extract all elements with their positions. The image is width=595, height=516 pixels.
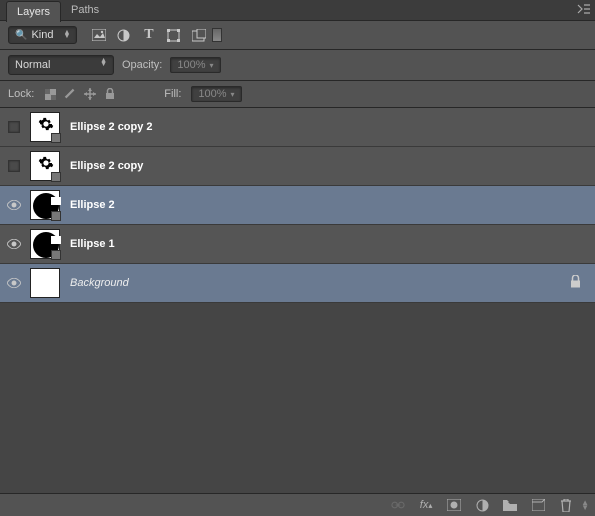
layer-row[interactable]: Ellipse 2 copy 2: [0, 108, 595, 147]
panel-tabs: Layers Paths: [0, 0, 595, 21]
filter-adjust-icon[interactable]: [116, 28, 131, 43]
updown-icon: ▲▼: [100, 59, 107, 71]
new-group-icon[interactable]: [503, 498, 517, 512]
layers-list: Ellipse 2 copy 2 Ellipse 2 copy Ellipse 2 E…: [0, 108, 595, 493]
layer-row[interactable]: Ellipse 1: [0, 225, 595, 264]
opacity-label: Opacity:: [122, 59, 162, 71]
layer-row[interactable]: Ellipse 2: [0, 186, 595, 225]
tab-paths[interactable]: Paths: [61, 0, 109, 20]
fill-label: Fill:: [164, 88, 181, 100]
visibility-toggle[interactable]: [0, 278, 28, 288]
opacity-input[interactable]: 100% ▾: [170, 57, 220, 73]
filter-smartobject-icon[interactable]: [191, 28, 206, 43]
blend-toolbar: Normal ▲▼ Opacity: 100% ▾: [0, 50, 595, 81]
layer-thumbnail[interactable]: [30, 112, 60, 142]
layer-thumbnail[interactable]: [30, 268, 60, 298]
flyout-menu-icon[interactable]: [577, 4, 591, 14]
layer-row[interactable]: Ellipse 2 copy: [0, 147, 595, 186]
filter-shape-icon[interactable]: [166, 28, 181, 43]
panel-footer: fx▴ ▲▼: [0, 493, 595, 516]
link-layers-icon[interactable]: [391, 498, 405, 512]
lock-pixels-icon[interactable]: [64, 88, 76, 100]
layer-name[interactable]: Ellipse 2: [70, 199, 115, 211]
filter-pixel-icon[interactable]: [91, 28, 106, 43]
layer-row[interactable]: Background: [0, 264, 595, 303]
delete-layer-icon[interactable]: [559, 498, 573, 512]
lock-toolbar: Lock: Fill: 100% ▾: [0, 81, 595, 108]
lock-all-icon[interactable]: [104, 88, 116, 100]
layer-thumbnail[interactable]: [30, 190, 60, 220]
opacity-value: 100%: [177, 59, 205, 71]
resize-grip-icon[interactable]: ▲▼: [581, 500, 589, 510]
layer-name[interactable]: Ellipse 2 copy 2: [70, 121, 153, 133]
blend-mode-value: Normal: [15, 59, 50, 71]
updown-icon: ▲▼: [63, 31, 70, 39]
new-fill-icon[interactable]: [475, 498, 489, 512]
filter-kind-dropdown[interactable]: 🔍 Kind ▲▼: [8, 26, 77, 44]
filter-kind-label: Kind: [31, 29, 53, 41]
tab-layers[interactable]: Layers: [6, 1, 61, 22]
visibility-toggle[interactable]: [0, 239, 28, 249]
filter-toolbar: 🔍 Kind ▲▼ T: [0, 21, 595, 50]
new-layer-icon[interactable]: [531, 498, 545, 512]
fill-value: 100%: [198, 88, 226, 100]
layer-thumbnail[interactable]: [30, 229, 60, 259]
chevron-down-icon: ▾: [210, 61, 214, 70]
blend-mode-dropdown[interactable]: Normal ▲▼: [8, 55, 114, 75]
layer-name[interactable]: Background: [70, 277, 129, 289]
filter-toggle-swatch[interactable]: [212, 28, 222, 42]
visibility-toggle[interactable]: [0, 160, 28, 172]
lock-icon[interactable]: [570, 275, 581, 291]
mask-icon[interactable]: [447, 498, 461, 512]
fx-icon[interactable]: fx▴: [419, 498, 433, 512]
chevron-down-icon: ▾: [231, 90, 235, 99]
layer-name[interactable]: Ellipse 1: [70, 238, 115, 250]
search-icon: 🔍: [15, 30, 27, 41]
visibility-toggle[interactable]: [0, 200, 28, 210]
lock-transparency-icon[interactable]: [44, 88, 56, 100]
lock-label: Lock:: [8, 88, 34, 100]
layer-name[interactable]: Ellipse 2 copy: [70, 160, 143, 172]
visibility-toggle[interactable]: [0, 121, 28, 133]
fill-input[interactable]: 100% ▾: [191, 86, 241, 102]
filter-type-icon[interactable]: T: [141, 28, 156, 43]
layer-thumbnail[interactable]: [30, 151, 60, 181]
lock-position-icon[interactable]: [84, 88, 96, 100]
